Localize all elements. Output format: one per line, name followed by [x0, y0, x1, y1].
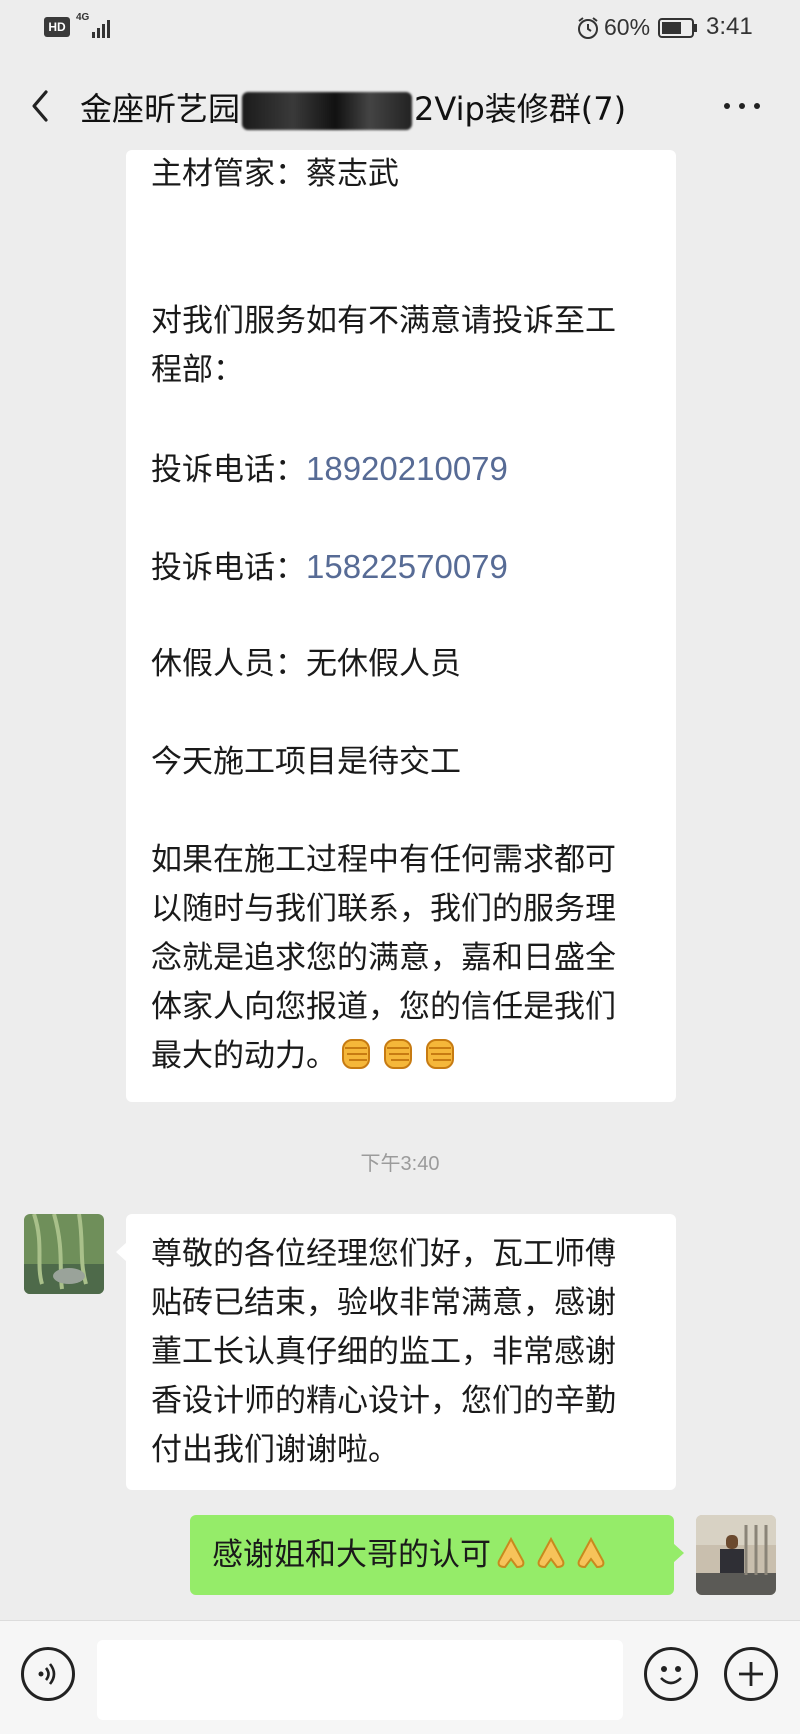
avatar-sender[interactable]	[24, 1214, 104, 1294]
hd-badge: HD	[44, 17, 70, 37]
message-line: 付出我们谢谢啦。	[151, 1432, 399, 1468]
folded-hands-emoji-icon	[537, 1536, 565, 1569]
my-message-text: 感谢姐和大哥的认可	[212, 1537, 491, 1573]
status-bar: HD 4G 60% 3:41	[0, 0, 800, 56]
fist-emoji-icon	[426, 1039, 454, 1069]
battery-percent: 60%	[604, 14, 651, 40]
plus-icon[interactable]	[724, 1647, 778, 1701]
battery-icon	[658, 18, 697, 38]
message-line: 休假人员：无休假人员	[151, 646, 461, 682]
message-line	[151, 248, 651, 297]
folded-hands-emoji-icon	[497, 1536, 525, 1569]
signal-icon	[88, 16, 114, 38]
message-line	[151, 591, 651, 640]
chat-title-suffix: 2Vip装修群(7)	[414, 90, 627, 128]
message-line: 香设计师的精心设计，您们的辛勤	[151, 1383, 616, 1419]
message-line	[151, 493, 651, 542]
message-line	[151, 787, 651, 836]
message-line: 体家人向您报道，您的信任是我们	[151, 989, 616, 1025]
chat-header: 金座昕艺园 2Vip装修群(7)	[0, 56, 800, 156]
more-dots-icon[interactable]	[722, 96, 762, 116]
message-line: 主材管家：蔡志武	[151, 156, 399, 192]
message-line	[151, 395, 651, 444]
avatar-image	[696, 1515, 776, 1595]
message-line: 对我们服务如有不满意请投诉至工	[151, 303, 616, 339]
voice-icon[interactable]	[21, 1647, 75, 1701]
message-last-text: 最大的动力。	[151, 1038, 337, 1074]
message-bubble-mine: 感谢姐和大哥的认可	[190, 1515, 684, 1595]
message-line: 如果在施工过程中有任何需求都可	[151, 842, 616, 878]
chat-title: 金座昕艺园 2Vip装修群(7)	[80, 84, 626, 130]
message-line: 今天施工项目是待交工	[151, 744, 461, 780]
message-timestamp: 下午3:40	[360, 1153, 440, 1175]
message-line: 程部：	[151, 352, 244, 388]
message-bubble-notice: 主材管家：蔡志武 对我们服务如有不满意请投诉至工 程部： 投诉电话：189202…	[126, 150, 676, 1102]
message-line: 以随时与我们联系，我们的服务理	[151, 891, 616, 927]
avatar-self[interactable]	[696, 1515, 776, 1595]
phone-link-2[interactable]: 15822570079	[306, 548, 508, 585]
phone-label: 投诉电话：	[151, 452, 306, 488]
phone-label: 投诉电话：	[151, 550, 306, 586]
phone-link-1[interactable]: 18920210079	[306, 450, 508, 487]
clock: 3:41	[706, 13, 753, 40]
avatar-image	[24, 1214, 104, 1294]
input-bar	[0, 1620, 800, 1734]
chat-title-prefix: 金座昕艺园	[80, 90, 241, 128]
message-last-line: 最大的动力。	[151, 1032, 651, 1081]
folded-hands-emoji-icon	[577, 1536, 605, 1569]
complaint-phone-line-1: 投诉电话：18920210079	[151, 444, 651, 493]
message-line: 念就是追求您的满意，嘉和日盛全	[151, 940, 616, 976]
message-line: 贴砖已结束，验收非常满意，感谢	[151, 1285, 616, 1321]
back-arrow-icon[interactable]	[26, 86, 56, 126]
redaction-mark	[242, 92, 413, 130]
message-line	[151, 689, 651, 738]
fist-emoji-icon	[342, 1039, 370, 1069]
message-input[interactable]	[97, 1640, 623, 1720]
message-line	[151, 199, 651, 248]
emoji-icon[interactable]	[644, 1647, 698, 1701]
message-bubble-thanks: 尊敬的各位经理您们好，瓦工师傅 贴砖已结束，验收非常满意，感谢 董工长认真仔细的…	[116, 1214, 676, 1490]
alarm-icon	[578, 17, 598, 39]
fist-emoji-icon	[384, 1039, 412, 1069]
message-line: 董工长认真仔细的监工，非常感谢	[151, 1334, 616, 1370]
message-line: 尊敬的各位经理您们好，瓦工师傅	[151, 1236, 616, 1272]
complaint-phone-line-2: 投诉电话：15822570079	[151, 542, 651, 591]
